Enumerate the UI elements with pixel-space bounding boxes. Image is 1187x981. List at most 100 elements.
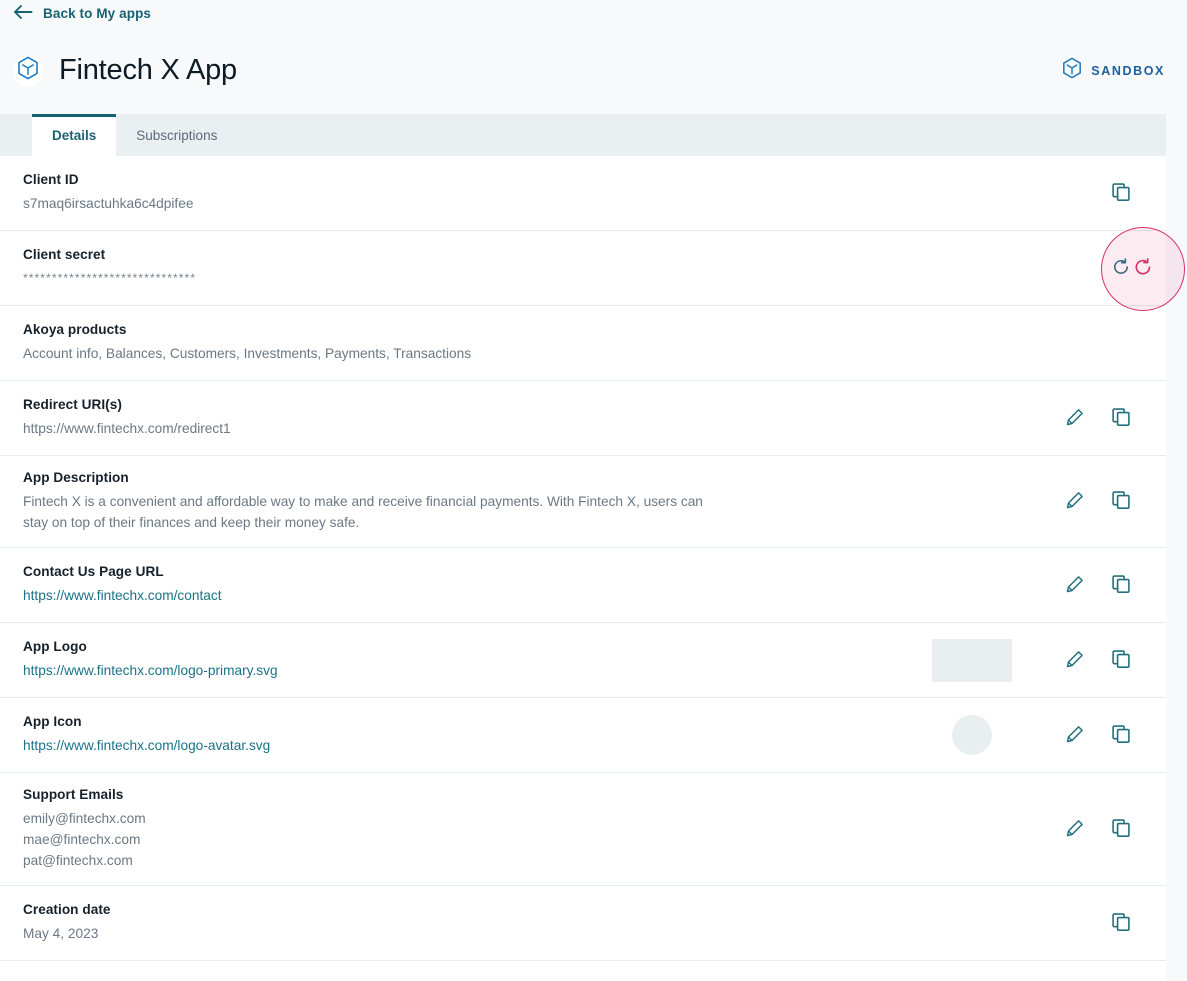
copy-icon: [1112, 407, 1130, 429]
row-label: Akoya products: [23, 322, 127, 337]
row-value: Fintech X is a convenient and affordable…: [23, 494, 703, 530]
row-actions: [1098, 323, 1144, 363]
copy-contact-us-url-button[interactable]: [1098, 565, 1144, 605]
app-icon-preview: [952, 715, 992, 755]
row-actions: [1052, 715, 1144, 755]
support-email-item: emily@fintechx.com: [23, 811, 146, 826]
detail-row-contact-us-url: Contact Us Page URL https://www.fintechx…: [0, 548, 1166, 623]
app-logo-preview: [932, 638, 1012, 682]
detail-row-redirect-uris: Redirect URI(s) https://www.fintechx.com…: [0, 381, 1166, 456]
tab-bar: Details Subscriptions: [0, 114, 1187, 156]
row-content: App Logo https://www.fintechx.com/logo-p…: [23, 625, 932, 695]
copy-icon: [1112, 182, 1130, 204]
details-panel: Client ID s7maq6irsactuhka6c4dpifee Clie…: [0, 156, 1166, 961]
copy-icon: [1112, 724, 1130, 746]
edit-icon: [1066, 650, 1084, 671]
row-content: Support Emails emily@fintechx.com mae@fi…: [23, 773, 1052, 885]
akoya-hexagon-logo-icon: [1062, 57, 1082, 84]
support-email-item: mae@fintechx.com: [23, 832, 141, 847]
row-label: Client secret: [23, 247, 106, 262]
detail-row-app-logo: App Logo https://www.fintechx.com/logo-p…: [0, 623, 1166, 698]
copy-support-emails-button[interactable]: [1098, 809, 1144, 849]
row-content: Redirect URI(s) https://www.fintechx.com…: [23, 383, 1052, 453]
detail-row-creation-date: Creation date May 4, 2023: [0, 886, 1166, 961]
arrow-left-icon: [13, 4, 33, 23]
row-label: App Description: [23, 470, 129, 485]
row-value: s7maq6irsactuhka6c4dpifee: [23, 196, 194, 211]
contact-us-url-link[interactable]: https://www.fintechx.com/contact: [23, 585, 222, 606]
detail-row-client-id: Client ID s7maq6irsactuhka6c4dpifee: [0, 156, 1166, 231]
row-value: Account info, Balances, Customers, Inves…: [23, 346, 472, 361]
copy-app-logo-button[interactable]: [1098, 640, 1144, 680]
copy-app-icon-button[interactable]: [1098, 715, 1144, 755]
detail-row-akoya-products: Akoya products Account info, Balances, C…: [0, 306, 1166, 381]
row-value: https://www.fintechx.com/redirect1: [23, 421, 231, 436]
row-label: App Icon: [23, 714, 82, 729]
row-content: Contact Us Page URL https://www.fintechx…: [23, 550, 1052, 620]
row-actions: [1052, 398, 1144, 438]
refresh-icon: [1133, 257, 1153, 282]
copy-icon: [1112, 491, 1130, 512]
copy-icon: [1112, 818, 1130, 840]
row-actions: [1098, 903, 1144, 943]
click-target-highlight[interactable]: [1101, 227, 1185, 311]
edit-icon: [1066, 819, 1084, 840]
support-email-item: pat@fintechx.com: [23, 853, 133, 868]
row-value-masked: ******************************: [23, 271, 197, 285]
edit-support-emails-button[interactable]: [1052, 809, 1098, 849]
row-actions: [1052, 809, 1144, 849]
row-actions: [1052, 640, 1144, 680]
environment-badge-label: SANDBOX: [1091, 63, 1165, 78]
row-content: Akoya products Account info, Balances, C…: [23, 308, 1098, 378]
app-icon-url-link[interactable]: https://www.fintechx.com/logo-avatar.svg: [23, 735, 270, 756]
edit-icon: [1066, 408, 1084, 429]
detail-row-client-secret: Client secret **************************…: [0, 231, 1166, 306]
top-bar: Back to My apps: [0, 0, 1187, 27]
row-content: Client ID s7maq6irsactuhka6c4dpifee: [23, 158, 1098, 228]
row-content: Creation date May 4, 2023: [23, 888, 1098, 958]
edit-contact-us-url-button[interactable]: [1052, 565, 1098, 605]
copy-redirect-uris-button[interactable]: [1098, 398, 1144, 438]
page-title: Fintech X App: [59, 54, 237, 86]
copy-client-id-button[interactable]: [1098, 173, 1144, 213]
edit-icon: [1066, 491, 1084, 512]
edit-app-description-button[interactable]: [1052, 482, 1098, 522]
copy-app-description-button[interactable]: [1098, 482, 1144, 522]
back-link-label: Back to My apps: [43, 6, 152, 21]
row-actions: [1098, 173, 1144, 213]
edit-app-logo-button[interactable]: [1052, 640, 1098, 680]
detail-row-app-icon: App Icon https://www.fintechx.com/logo-a…: [0, 698, 1166, 773]
support-emails-list: emily@fintechx.com mae@fintechx.com pat@…: [23, 808, 1052, 871]
edit-app-icon-button[interactable]: [1052, 715, 1098, 755]
row-content: Client secret **************************…: [23, 233, 1098, 303]
copy-icon: [1112, 574, 1130, 596]
copy-icon: [1112, 649, 1130, 671]
detail-row-app-description: App Description Fintech X is a convenien…: [0, 456, 1166, 548]
row-label: Client ID: [23, 172, 79, 187]
row-label: Redirect URI(s): [23, 397, 122, 412]
copy-icon: [1112, 912, 1130, 934]
edit-redirect-uris-button[interactable]: [1052, 398, 1098, 438]
right-gutter: [1166, 0, 1187, 981]
row-value: May 4, 2023: [23, 926, 99, 941]
back-to-my-apps-link[interactable]: Back to My apps: [13, 4, 151, 23]
row-content: App Icon https://www.fintechx.com/logo-a…: [23, 700, 952, 770]
row-actions: [1052, 565, 1144, 605]
row-label: Contact Us Page URL: [23, 564, 164, 579]
tab-details[interactable]: Details: [32, 114, 117, 156]
row-label: App Logo: [23, 639, 87, 654]
app-header: Fintech X App SANDBOX: [0, 27, 1187, 114]
tab-subscriptions[interactable]: Subscriptions: [116, 114, 237, 156]
edit-icon: [1066, 725, 1084, 746]
edit-icon: [1066, 575, 1084, 596]
row-content: App Description Fintech X is a convenien…: [23, 456, 1052, 547]
row-label: Creation date: [23, 902, 111, 917]
environment-badge: SANDBOX: [1062, 57, 1165, 84]
row-label: Support Emails: [23, 787, 124, 802]
app-avatar: [13, 55, 43, 86]
app-logo-url-link[interactable]: https://www.fintechx.com/logo-primary.sv…: [23, 660, 278, 681]
akoya-hexagon-logo-icon: [17, 56, 39, 85]
copy-creation-date-button[interactable]: [1098, 903, 1144, 943]
detail-row-support-emails: Support Emails emily@fintechx.com mae@fi…: [0, 773, 1166, 886]
row-actions: [1052, 482, 1144, 522]
